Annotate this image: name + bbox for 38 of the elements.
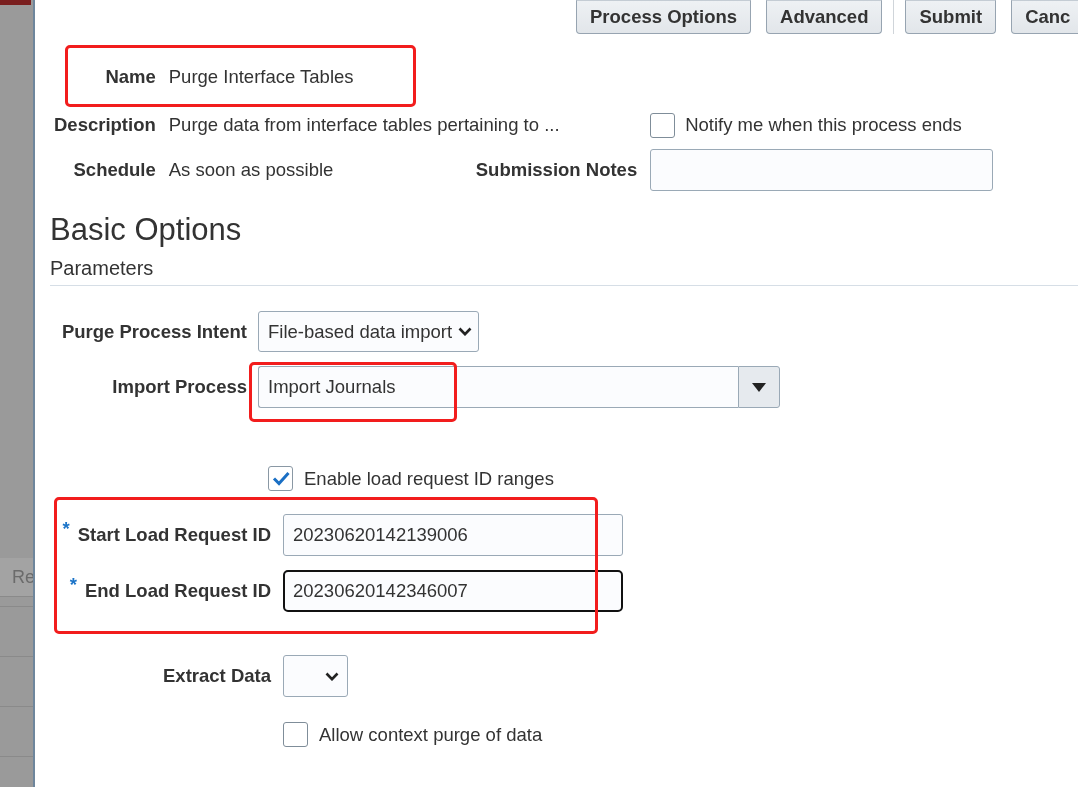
combobox-field[interactable]: Import Journals xyxy=(258,366,738,408)
text-field[interactable]: 20230620142139006 xyxy=(283,514,623,556)
caret-down-icon xyxy=(752,382,766,392)
field-label: End Load Request ID xyxy=(84,580,271,602)
field-label: Name xyxy=(105,66,156,88)
header-bar xyxy=(0,0,31,5)
chevron-down-icon xyxy=(458,327,473,336)
field-value: Purge Interface Tables xyxy=(168,66,354,88)
field-label: Extract Data xyxy=(163,665,271,687)
field-label: Schedule xyxy=(73,159,156,181)
select-field[interactable]: File-based data import xyxy=(258,311,480,352)
field-label: Purge Process Intent xyxy=(61,320,247,343)
required-marker: * xyxy=(62,518,70,540)
dropdown-button[interactable] xyxy=(738,366,780,408)
toolbar-button[interactable]: Advanced xyxy=(766,0,883,34)
text-field[interactable]: 20230620142346007 xyxy=(283,570,623,612)
select-field[interactable] xyxy=(283,655,348,697)
toolbar-button[interactable]: Submit xyxy=(905,0,997,34)
field-label: Import Process xyxy=(112,376,247,398)
required-marker: * xyxy=(69,574,77,596)
field-label: Submission Notes xyxy=(475,159,638,181)
notes-field[interactable] xyxy=(650,149,994,191)
field-value: As soon as possible xyxy=(168,159,335,181)
field-label: Start Load Request ID xyxy=(77,524,271,546)
checkbox[interactable] xyxy=(650,112,676,138)
toolbar-button[interactable]: Process Options xyxy=(576,0,751,34)
checkbox-label: Enable load request ID ranges xyxy=(304,467,554,490)
checkbox-label: Notify me when this process ends xyxy=(685,114,962,136)
section-subtitle: Parameters xyxy=(50,257,155,279)
check-icon xyxy=(271,471,290,486)
toolbar-button[interactable]: Canc xyxy=(1011,0,1078,34)
checkbox[interactable] xyxy=(283,722,308,747)
field-label: Description xyxy=(54,114,156,136)
checkbox-label: Allow context purge of data xyxy=(319,723,543,746)
chevron-down-icon xyxy=(325,671,339,681)
section-title: Basic Options xyxy=(50,213,243,247)
field-value: Purge data from interface tables pertaining to ... xyxy=(168,114,561,136)
checkbox[interactable] xyxy=(268,466,293,491)
